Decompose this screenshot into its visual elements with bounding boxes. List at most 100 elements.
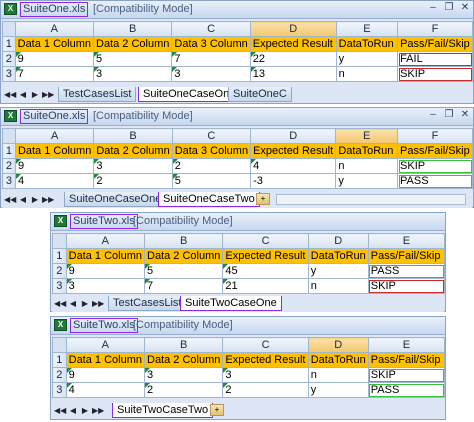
cell[interactable]: 22 <box>249 51 337 67</box>
prev-sheet-icon[interactable]: ◀ <box>68 298 78 309</box>
next-sheet-icon[interactable]: ▶ <box>30 89 40 100</box>
cell[interactable]: Expected Result <box>250 143 337 159</box>
cell[interactable]: Data 1 Column <box>65 352 146 368</box>
next-sheet-icon[interactable]: ▶ <box>30 194 40 205</box>
cell[interactable]: Data 2 Column <box>92 36 173 52</box>
last-sheet-icon[interactable]: ▶▶ <box>92 405 104 416</box>
restore-icon[interactable]: ❐ <box>443 2 455 14</box>
last-sheet-icon[interactable]: ▶▶ <box>42 194 54 205</box>
last-sheet-icon[interactable]: ▶▶ <box>42 89 54 100</box>
cell[interactable]: y <box>335 173 399 189</box>
insert-sheet-icon[interactable]: + <box>210 404 224 416</box>
cell[interactable]: 7 <box>14 66 95 82</box>
cell[interactable]: -3 <box>250 173 337 189</box>
tab-suiteonecaseone[interactable]: SuiteOneCaseOne <box>64 192 167 207</box>
column-header-a[interactable]: A <box>14 128 95 144</box>
status-cell[interactable]: SKIP <box>397 158 473 174</box>
cell[interactable]: n <box>335 158 399 174</box>
cell[interactable]: Data 3 Column <box>171 36 251 52</box>
cell[interactable]: 4 <box>250 158 337 174</box>
cell[interactable]: 9 <box>65 263 146 279</box>
cell[interactable]: 45 <box>222 263 309 279</box>
cell[interactable]: 2 <box>93 173 173 189</box>
cell[interactable]: 9 <box>14 158 95 174</box>
row-header[interactable]: 3 <box>52 382 67 398</box>
close-icon[interactable]: ✕ <box>459 2 471 14</box>
cell[interactable]: 5 <box>171 173 252 189</box>
status-cell[interactable]: PASS <box>397 173 473 189</box>
cell[interactable]: Data 1 Column <box>65 248 146 264</box>
column-header-d[interactable]: D <box>250 128 337 144</box>
cell[interactable]: Data 3 Column <box>171 143 252 159</box>
column-header-f[interactable]: F <box>397 128 473 144</box>
next-sheet-icon[interactable]: ▶ <box>80 298 90 309</box>
cell[interactable]: Pass/Fail/Skip <box>367 352 446 368</box>
horizontal-scrollbar[interactable] <box>276 194 466 205</box>
cell[interactable]: Data 2 Column <box>143 248 224 264</box>
column-header-e[interactable]: E <box>335 128 399 144</box>
status-cell[interactable]: PASS <box>367 382 446 398</box>
cell[interactable]: Data 1 Column <box>14 36 95 52</box>
minimize-icon[interactable]: – <box>427 109 439 121</box>
excel-icon[interactable]: X <box>54 215 67 227</box>
cell[interactable]: 5 <box>143 263 224 279</box>
first-sheet-icon[interactable]: ◀◀ <box>4 89 16 100</box>
cell[interactable]: 2 <box>143 382 224 398</box>
cell[interactable]: 3 <box>92 66 173 82</box>
first-sheet-icon[interactable]: ◀◀ <box>54 405 66 416</box>
cell[interactable]: DataToRun <box>335 36 399 52</box>
select-all-corner[interactable] <box>52 233 67 249</box>
prev-sheet-icon[interactable]: ◀ <box>18 89 28 100</box>
cell[interactable]: n <box>307 367 369 383</box>
column-header-d[interactable]: D <box>249 21 337 37</box>
cell[interactable]: y <box>307 382 369 398</box>
cell[interactable]: 9 <box>14 51 95 67</box>
restore-icon[interactable]: ❐ <box>443 109 455 121</box>
status-cell[interactable]: SKIP <box>367 367 446 383</box>
column-header-e[interactable]: E <box>367 233 446 249</box>
column-header-b[interactable]: B <box>143 337 224 353</box>
cell[interactable]: y <box>335 51 399 67</box>
status-cell[interactable]: SKIP <box>397 66 473 82</box>
title-bar[interactable]: X SuiteOne.xls [Compatibility Mode] – ❐ … <box>1 108 473 126</box>
cell[interactable]: 5 <box>92 51 173 67</box>
first-sheet-icon[interactable]: ◀◀ <box>54 298 66 309</box>
cell[interactable]: Data 2 Column <box>93 143 173 159</box>
cell[interactable]: Data 2 Column <box>143 352 224 368</box>
cell[interactable]: Pass/Fail/Skip <box>367 248 446 264</box>
cell[interactable]: Pass/Fail/Skip <box>397 143 473 159</box>
next-sheet-icon[interactable]: ▶ <box>80 405 90 416</box>
column-header-c[interactable]: C <box>171 128 252 144</box>
column-header-b[interactable]: B <box>143 233 224 249</box>
cell[interactable]: 21 <box>222 278 309 294</box>
row-header[interactable]: 2 <box>2 158 16 174</box>
row-header[interactable]: 3 <box>52 278 67 294</box>
cell[interactable]: 7 <box>171 51 251 67</box>
row-header[interactable]: 1 <box>2 36 16 52</box>
cell[interactable]: 13 <box>249 66 337 82</box>
title-bar[interactable]: X SuiteOne.xls [Compatibility Mode] – ❐ … <box>1 1 473 19</box>
prev-sheet-icon[interactable]: ◀ <box>18 194 28 205</box>
column-header-e[interactable]: E <box>367 337 446 353</box>
insert-sheet-icon[interactable]: + <box>256 193 270 205</box>
column-header-b[interactable]: B <box>93 128 173 144</box>
cell[interactable]: 9 <box>65 367 146 383</box>
excel-icon[interactable]: X <box>4 110 17 122</box>
column-header-a[interactable]: A <box>65 337 146 353</box>
cell[interactable]: 3 <box>171 66 251 82</box>
minimize-icon[interactable]: – <box>427 2 439 14</box>
cell[interactable]: 2 <box>171 158 252 174</box>
row-header[interactable]: 2 <box>52 263 67 279</box>
cell[interactable]: 3 <box>143 367 224 383</box>
cell[interactable]: DataToRun <box>307 248 369 264</box>
row-header[interactable]: 1 <box>52 352 67 368</box>
select-all-corner[interactable] <box>2 21 16 37</box>
row-header[interactable]: 1 <box>52 248 67 264</box>
row-header[interactable]: 3 <box>2 66 16 82</box>
cell[interactable]: Expected Result <box>222 248 309 264</box>
cell[interactable]: DataToRun <box>307 352 369 368</box>
title-bar[interactable]: X SuiteTwo.xls [Compatibility Mode] <box>51 317 445 335</box>
close-icon[interactable]: ✕ <box>459 109 471 121</box>
cell[interactable]: 2 <box>222 382 309 398</box>
tab-testcaseslist[interactable]: TestCasesList <box>108 296 187 311</box>
